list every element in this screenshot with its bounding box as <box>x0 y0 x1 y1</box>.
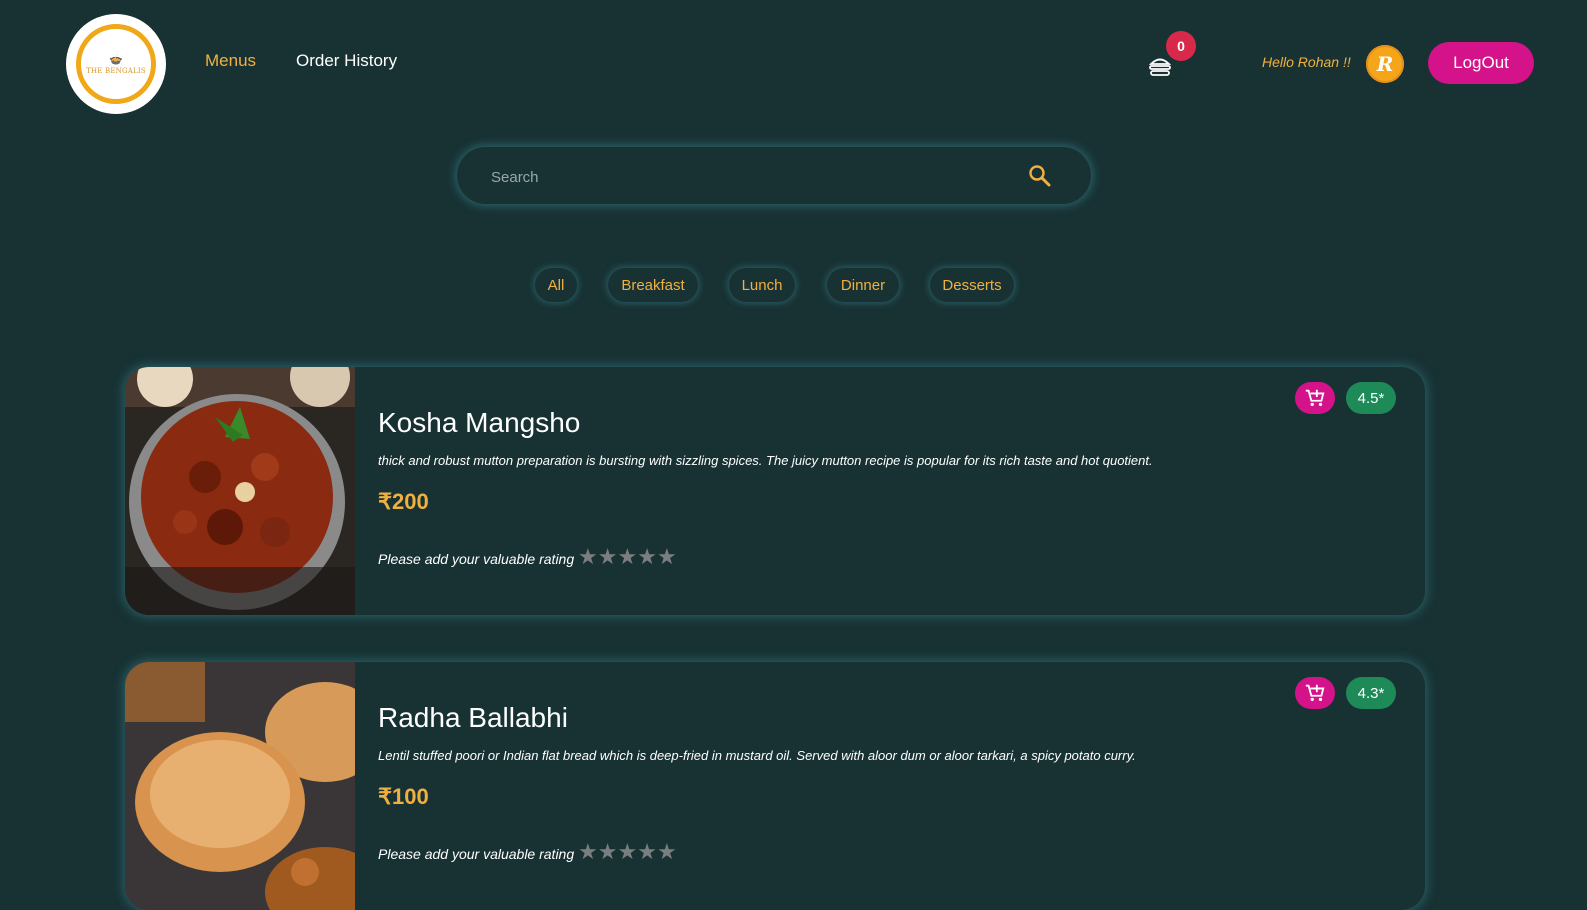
cart-count-badge: 0 <box>1166 31 1196 61</box>
star-icon[interactable]: ★ <box>578 840 598 866</box>
search-bar <box>457 147 1091 204</box>
search-icon <box>1029 165 1051 187</box>
item-name: Radha Ballabhi <box>378 702 568 733</box>
logout-button[interactable]: LogOut <box>1428 42 1534 84</box>
rating-stars: ★ ★ ★ ★ ★ <box>578 840 677 866</box>
star-icon[interactable]: ★ <box>578 545 598 571</box>
rating-stars: ★ ★ ★ ★ ★ <box>578 545 677 571</box>
item-price: ₹100 <box>378 784 429 809</box>
star-icon[interactable]: ★ <box>657 840 677 866</box>
add-to-cart-button[interactable] <box>1295 677 1335 709</box>
add-to-cart-icon <box>1305 684 1325 702</box>
filter-lunch[interactable]: Lunch <box>729 268 795 302</box>
menu-item-card: Radha Ballabhi Lentil stuffed poori or I… <box>125 662 1425 910</box>
logo-ring: 🍲 THE BENGALIS <box>76 24 156 104</box>
user-avatar[interactable]: R <box>1366 45 1404 83</box>
rating-badge: 4.5* <box>1346 382 1396 414</box>
add-to-cart-icon <box>1305 389 1325 407</box>
star-icon[interactable]: ★ <box>617 545 637 571</box>
item-price: ₹200 <box>378 489 429 514</box>
star-icon[interactable]: ★ <box>598 840 618 866</box>
brand-logo[interactable]: 🍲 THE BENGALIS <box>66 14 166 114</box>
star-icon[interactable]: ★ <box>598 545 618 571</box>
nav-order-history-link[interactable]: Order History <box>296 51 397 71</box>
star-icon[interactable]: ★ <box>637 545 657 571</box>
item-description: thick and robust mutton preparation is b… <box>378 453 1153 468</box>
filter-all[interactable]: All <box>535 268 577 302</box>
item-name: Kosha Mangsho <box>378 407 581 438</box>
star-icon[interactable]: ★ <box>657 545 677 571</box>
logo-text: THE BENGALIS <box>86 66 146 75</box>
menu-item-card: Kosha Mangsho thick and robust mutton pr… <box>125 367 1425 615</box>
food-image-kosha-mangsho <box>125 367 355 615</box>
filter-dinner[interactable]: Dinner <box>827 268 899 302</box>
item-description: Lentil stuffed poori or Indian flat brea… <box>378 748 1136 763</box>
search-button[interactable] <box>1027 163 1053 189</box>
burger-cart-icon <box>1148 58 1172 76</box>
rating-prompt: Please add your valuable rating <box>378 551 575 567</box>
filter-desserts[interactable]: Desserts <box>930 268 1014 302</box>
user-greeting: Hello Rohan !! <box>1262 54 1351 70</box>
category-filters: All Breakfast Lunch Dinner Desserts <box>0 268 1587 304</box>
food-image-radha-ballabhi <box>125 662 355 910</box>
filter-breakfast[interactable]: Breakfast <box>608 268 698 302</box>
logo-pot-icon: 🍲 <box>109 52 123 66</box>
star-icon[interactable]: ★ <box>617 840 637 866</box>
search-input[interactable] <box>489 161 973 193</box>
star-icon[interactable]: ★ <box>637 840 657 866</box>
add-to-cart-button[interactable] <box>1295 382 1335 414</box>
nav-menus-link[interactable]: Menus <box>205 51 256 71</box>
rating-badge: 4.3* <box>1346 677 1396 709</box>
rating-prompt: Please add your valuable rating <box>378 846 575 862</box>
